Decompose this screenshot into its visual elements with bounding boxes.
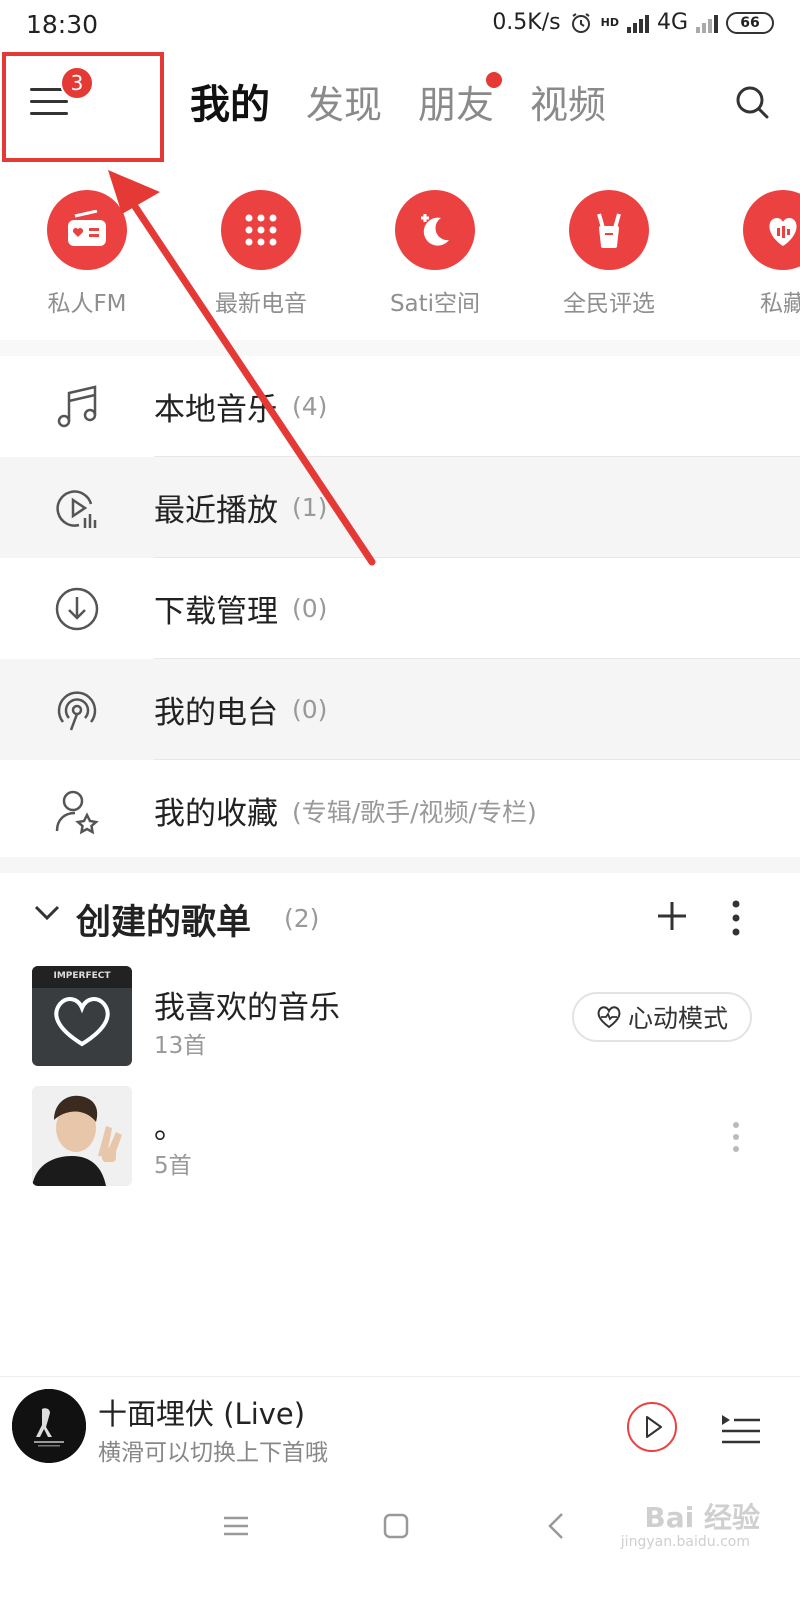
back-icon[interactable]: [536, 1506, 576, 1546]
playlist-queue-icon[interactable]: [718, 1405, 762, 1449]
quick-item-fm[interactable]: 私人FM: [12, 190, 162, 318]
section-divider: [0, 857, 800, 873]
album-art: [12, 1389, 86, 1463]
heart-icon: [54, 997, 110, 1047]
add-icon[interactable]: [652, 896, 692, 936]
list-item-recent[interactable]: 最近播放 (1): [0, 457, 800, 558]
list-item-count: (专辑/歌手/视频/专栏): [292, 797, 537, 827]
user-star-icon: [0, 787, 154, 835]
list-item-count: (4): [292, 392, 328, 421]
playlist-name: 。: [154, 1110, 185, 1146]
quick-item-private[interactable]: 私藏: [708, 190, 800, 318]
home-icon[interactable]: [376, 1506, 416, 1546]
list-item-local-music[interactable]: 本地音乐 (4): [0, 356, 800, 457]
tab-friends[interactable]: 朋友: [418, 72, 503, 129]
quick-label: Sati空间: [389, 291, 481, 317]
radio-station-icon: [0, 686, 154, 734]
list-item-label: 最近播放: [154, 493, 278, 529]
quick-label: 全民评选: [563, 291, 655, 317]
more-icon[interactable]: [730, 1120, 742, 1154]
playlist-name: 我喜欢的音乐: [154, 990, 340, 1026]
playlist-track-count: 13首: [154, 1033, 207, 1059]
playlist-cover: IMPERFECT: [32, 966, 132, 1066]
section-count: (2): [284, 904, 320, 933]
my-music-list: 本地音乐 (4) 最近播放 (1) 下载管理 (0) 我的电台 (0) 我的收藏…: [0, 356, 800, 861]
list-item-label: 下载管理: [154, 594, 278, 630]
hd-label: HD: [600, 16, 619, 29]
download-icon: [0, 585, 154, 633]
created-playlists-header: 创建的歌单 (2): [0, 872, 800, 962]
playlist-item[interactable]: 。 5首: [0, 1086, 800, 1186]
dots-grid-icon: [221, 190, 301, 270]
cover-text: IMPERFECT: [32, 966, 132, 988]
list-item-label: 本地音乐: [154, 392, 278, 428]
heart-mode-button[interactable]: 心动模式: [572, 992, 752, 1042]
tab-friends-label: 朋友: [418, 83, 495, 127]
playlist-item[interactable]: IMPERFECT 我喜欢的音乐 13首 心动模式: [0, 966, 800, 1066]
network-type: 4G: [656, 10, 688, 35]
tab-video[interactable]: 视频: [530, 74, 606, 129]
quick-label: 最新电音: [215, 291, 307, 317]
section-divider: [0, 340, 800, 356]
heartbeat-icon: [597, 1006, 621, 1029]
quick-item-sati[interactable]: Sati空间: [360, 190, 510, 318]
watermark: Bai 经验: [644, 1501, 760, 1534]
system-nav-bar: Bai 经验 jingyan.baidu.com: [0, 1476, 800, 1600]
chevron-down-icon[interactable]: [34, 904, 60, 922]
status-bar: 18:30 0.5K/s HD 4G 66: [0, 0, 800, 50]
status-indicators: 0.5K/s HD 4G 66: [492, 10, 774, 35]
search-icon[interactable]: [734, 84, 770, 120]
list-item-my-radio[interactable]: 我的电台 (0): [0, 659, 800, 760]
status-time: 18:30: [26, 10, 99, 39]
battery-icon: 66: [726, 11, 774, 34]
list-item-label: 我的收藏: [154, 796, 278, 832]
quick-item-edm[interactable]: 最新电音: [186, 190, 336, 318]
recent-play-icon: [0, 484, 154, 532]
now-playing-cover: [12, 1389, 86, 1463]
watermark-url: jingyan.baidu.com: [620, 1534, 750, 1550]
quick-entry-row: 私人FM 最新电音 Sati空间 全民评选 私藏: [0, 190, 800, 330]
net-speed: 0.5K/s: [492, 10, 561, 35]
heart-mode-label: 心动模式: [627, 1004, 728, 1033]
quick-label: 私藏: [760, 291, 800, 317]
playlist-track-count: 5首: [154, 1153, 192, 1179]
now-playing-hint: 横滑可以切换上下首哦: [98, 1440, 328, 1466]
signal-icon: [626, 13, 649, 33]
recent-apps-icon[interactable]: [216, 1506, 256, 1546]
battery-level: 66: [740, 14, 760, 31]
annotation-box: [2, 52, 164, 162]
mini-player[interactable]: 十面埋伏 (Live) 横滑可以切换上下首哦: [0, 1376, 800, 1476]
list-item-favorites[interactable]: 我的收藏 (专辑/歌手/视频/专栏): [0, 760, 800, 861]
rock-hand-icon: [569, 190, 649, 270]
tab-bar: 我的 发现 朋友 视频: [190, 72, 606, 130]
music-note-icon: [0, 383, 154, 431]
tab-discover[interactable]: 发现: [306, 74, 382, 129]
heart-chat-icon: [743, 190, 800, 270]
list-item-downloads[interactable]: 下载管理 (0): [0, 558, 800, 659]
more-icon[interactable]: [730, 898, 742, 938]
list-item-label: 我的电台: [154, 695, 278, 731]
list-item-count: (0): [292, 594, 328, 623]
quick-label: 私人FM: [47, 291, 127, 317]
cover-portrait: [32, 1086, 132, 1186]
signal-icon-2: [696, 13, 718, 33]
play-icon[interactable]: [626, 1401, 678, 1453]
now-playing-title: 十面埋伏 (Live): [98, 1397, 306, 1431]
radio-heart-icon: [47, 190, 127, 270]
alarm-icon: [571, 12, 590, 33]
notification-dot: [486, 72, 503, 88]
list-item-count: (0): [292, 695, 328, 724]
section-title: 创建的歌单: [76, 903, 252, 943]
playlist-cover: [32, 1086, 132, 1186]
list-item-count: (1): [292, 493, 328, 522]
quick-item-vote[interactable]: 全民评选: [534, 190, 684, 318]
tab-mine[interactable]: 我的: [190, 72, 270, 130]
moon-icon: [395, 190, 475, 270]
